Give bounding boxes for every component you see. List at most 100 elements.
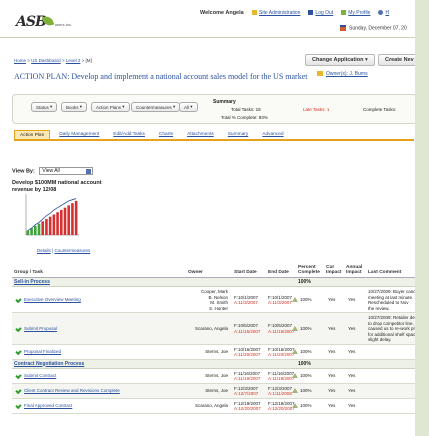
col-group-task[interactable]: Group / Task — [14, 270, 43, 275]
chart-bar — [45, 219, 48, 235]
percent-complete: 100% — [300, 403, 312, 408]
filter-status-label: Status — [36, 104, 49, 110]
start-actual: A:11/20/2007 — [234, 352, 261, 357]
task-link[interactable]: Executive Overview Meeting — [24, 297, 81, 302]
logout-link[interactable]: Log Out — [315, 10, 333, 16]
end-actual: A:11/20/2007 — [268, 352, 295, 357]
task-link[interactable]: Submit Proposal — [24, 326, 57, 331]
end-actual: A:11/15/2007 — [268, 328, 295, 334]
calendar-icon — [340, 25, 346, 31]
cur-impact: Yes — [328, 388, 336, 393]
view-by-select[interactable]: View All — [39, 167, 94, 175]
create-new-button[interactable]: Create Nev — [378, 54, 415, 66]
top-links: Site Administration Log Out My Profile H — [252, 10, 389, 16]
warning-triangle-icon — [292, 349, 298, 356]
tab-attachments[interactable]: Attachments — [182, 130, 219, 139]
help-icon — [378, 10, 384, 16]
start-actual: A:11/15/2007 — [234, 328, 261, 334]
group-name[interactable]: Sell-in Process — [14, 279, 50, 285]
end-actual: A:12/20/2007 — [268, 406, 295, 411]
admin-link-wrap: Site Administration — [252, 10, 300, 16]
percent-complete: 100% — [300, 388, 312, 393]
page-title: ACTION PLAN: Develop and implement a nat… — [14, 72, 308, 81]
tab-daily-management[interactable]: Daily Management — [54, 130, 104, 139]
table-row: Client Contract Review and Revisions Com… — [12, 383, 415, 399]
end-actual: A:11/3/2007 — [268, 300, 292, 305]
chart-bar — [41, 221, 45, 235]
breadcrumb: Home > US Dashboard > Level 2 > [M] — [14, 58, 92, 63]
group-row: Sell-in Process 100% — [12, 278, 415, 287]
logout-icon — [308, 10, 314, 16]
complete-tasks: Complete Tasks: — [363, 107, 397, 112]
filter-status[interactable]: Status ▾ — [31, 102, 58, 112]
help-link[interactable]: H — [385, 10, 389, 16]
group-name[interactable]: Contract Negotiation Process — [14, 361, 84, 367]
filter-all[interactable]: All ▾ — [179, 102, 198, 112]
details-link[interactable]: Details — [37, 248, 51, 253]
start-actual: A:11/19/2007 — [234, 376, 261, 381]
owner-name: Sterns, Joe — [205, 373, 228, 379]
my-profile-link[interactable]: My Profile — [348, 10, 370, 16]
checkmark-icon — [15, 372, 22, 379]
view-by-label: View By: — [12, 168, 35, 175]
breadcrumb-dashboard[interactable]: US Dashboard — [31, 58, 61, 63]
site-administration-link[interactable]: Site Administration — [259, 10, 300, 16]
filter-countermeasures-label: Countermeasures — [136, 104, 172, 110]
print-icon[interactable] — [416, 146, 422, 151]
table-row: Final Approved Contract Scarano, Angela F:… — [12, 398, 415, 414]
app-window: ASB users inc. Welcome Angela Site Admin… — [0, 0, 429, 436]
owner-name: Sterns, Joe — [205, 388, 228, 394]
tab-edit-add-tasks[interactable]: Edit/Add Tasks — [108, 130, 150, 139]
col-owner[interactable]: Owner — [188, 270, 203, 275]
start-actual: A:12/7/2007 — [234, 391, 259, 396]
header: ASB users inc. Welcome Angela Site Admin… — [0, 0, 415, 38]
filter-action-plans[interactable]: Action Plans ▾ — [91, 102, 130, 112]
chart-bar — [59, 209, 63, 235]
task-link[interactable]: Submit Contract — [24, 373, 56, 378]
group-percent: 100% — [298, 360, 311, 367]
col-cur-impact[interactable]: Cur Impact — [326, 265, 342, 275]
cur-impact: Yes — [328, 325, 336, 331]
col-annual-impact[interactable]: Annual Impact — [346, 265, 364, 275]
table-row: Executive Overview Meeting Cooper, Mark B.… — [12, 287, 415, 313]
col-start-date[interactable]: Start Date — [234, 270, 257, 275]
task-link[interactable]: Proposal Finalized — [24, 349, 61, 354]
col-end-date[interactable]: End Date — [268, 270, 289, 275]
tab-bar: Action Plan Daily Management Edit/Add Ta… — [14, 130, 414, 141]
revenue-chart[interactable] — [22, 192, 80, 238]
last-comment-line: the review. — [368, 305, 390, 311]
countermeasures-link[interactable]: Countermeasures — [54, 248, 90, 253]
chart-bar — [74, 200, 78, 235]
task-link[interactable]: Client Contract Review and Revisions Com… — [24, 388, 120, 393]
chart-bar — [71, 203, 74, 235]
annual-impact: Yes — [348, 349, 356, 354]
tab-summary[interactable]: Summary — [223, 130, 254, 139]
last-comment-line: slight delay. — [368, 337, 392, 342]
task-link[interactable]: Final Approved Contract — [24, 403, 72, 408]
warning-triangle-icon — [292, 297, 298, 304]
tab-charts[interactable]: Charts — [154, 130, 178, 139]
annual-impact: Yes — [348, 388, 356, 393]
chart-svg — [25, 194, 79, 236]
breadcrumb-home[interactable]: Home — [14, 58, 26, 63]
logout-link-wrap: Log Out — [308, 10, 333, 16]
change-application-button[interactable]: Change Application ▾ — [305, 54, 375, 66]
chart-bar — [52, 214, 56, 235]
breadcrumb-level2[interactable]: Level 2 — [66, 58, 81, 63]
col-last-comment[interactable]: Last Comment — [368, 270, 401, 275]
tab-action-plan[interactable]: Action Plan — [14, 130, 51, 139]
filter-countermeasures[interactable]: Countermeasures ▾ — [131, 102, 181, 112]
warning-triangle-icon — [292, 403, 298, 410]
owner-name: S. Hunter — [208, 305, 228, 311]
date-text: Sunday, December 07, 20 — [349, 25, 407, 32]
col-percent-complete[interactable]: Percent Complete — [298, 265, 322, 275]
logo-subtitle: users inc. — [54, 22, 72, 27]
annual-impact: Yes — [348, 373, 356, 378]
owner-name: Scarano, Angela — [194, 403, 228, 409]
task-cell: Proposal Finalized — [15, 348, 61, 355]
logo[interactable]: ASB users inc. — [16, 8, 76, 30]
tab-advanced[interactable]: Advanced — [257, 130, 288, 139]
checkmark-icon — [15, 348, 22, 355]
owner-info[interactable]: Owner(s): J. Burns — [317, 71, 368, 77]
filter-books[interactable]: Books ▾ — [61, 102, 88, 112]
